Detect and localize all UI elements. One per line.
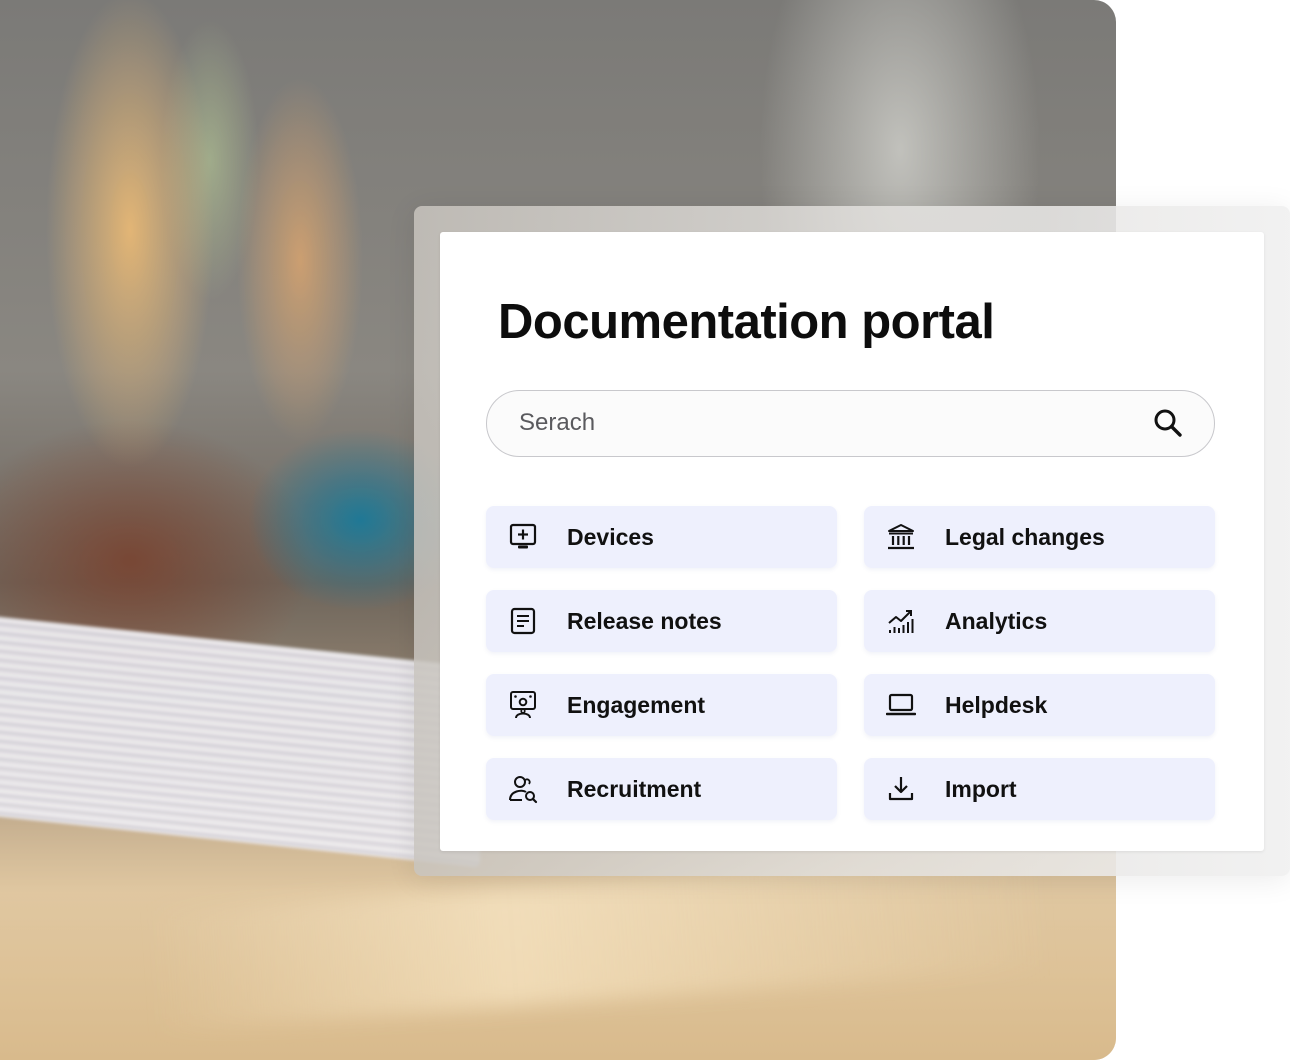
- chart-trend-icon: [886, 606, 916, 636]
- tile-engagement[interactable]: Engagement: [486, 674, 837, 736]
- presentation-user-icon: [508, 690, 538, 720]
- search-input[interactable]: [519, 391, 1119, 455]
- document-lines-icon: [508, 606, 538, 636]
- tile-label: Helpdesk: [945, 692, 1048, 718]
- tile-import[interactable]: Import: [864, 758, 1215, 820]
- tile-label: Import: [945, 776, 1017, 802]
- tile-legal-changes[interactable]: Legal changes: [864, 506, 1215, 568]
- tile-label: Release notes: [567, 608, 722, 634]
- search-bar: [486, 390, 1215, 457]
- tile-recruitment[interactable]: Recruitment: [486, 758, 837, 820]
- tile-release-notes[interactable]: Release notes: [486, 590, 837, 652]
- tile-label: Devices: [567, 524, 654, 550]
- download-icon: [886, 774, 916, 804]
- tile-devices[interactable]: Devices: [486, 506, 837, 568]
- bank-building-icon: [886, 522, 916, 552]
- tile-analytics[interactable]: Analytics: [864, 590, 1215, 652]
- laptop-icon: [886, 690, 916, 720]
- tile-label: Engagement: [567, 692, 706, 718]
- stage: Documentation portal Serach Devices Lega…: [0, 0, 1290, 1060]
- search-icon[interactable]: [1152, 407, 1184, 439]
- documentation-portal-card: Documentation portal Serach Devices Lega…: [440, 232, 1264, 851]
- tile-label: Legal changes: [945, 524, 1105, 550]
- tile-label: Analytics: [945, 608, 1048, 634]
- tile-helpdesk[interactable]: Helpdesk: [864, 674, 1215, 736]
- tile-label: Recruitment: [567, 776, 702, 802]
- monitor-plus-icon: [508, 522, 538, 552]
- user-search-icon: [508, 774, 538, 804]
- page-title: Documentation portal: [498, 295, 995, 349]
